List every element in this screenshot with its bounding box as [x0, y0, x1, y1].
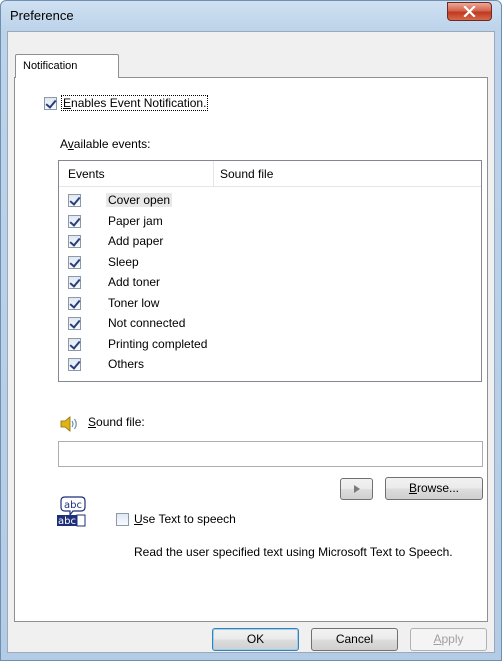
- event-checkbox[interactable]: [68, 194, 81, 207]
- event-checkbox[interactable]: [68, 214, 81, 228]
- play-sound-button[interactable]: [340, 478, 373, 500]
- events-list[interactable]: Events Sound file Cover open Paper jam Add…: [58, 160, 482, 382]
- event-checkbox[interactable]: [68, 337, 81, 351]
- event-name: Sleep: [108, 254, 139, 269]
- event-name: Add toner: [108, 275, 161, 289]
- event-row[interactable]: Add toner: [59, 272, 481, 292]
- event-row[interactable]: Others: [59, 354, 481, 374]
- enable-notification-label[interactable]: Enables Event Notification.: [60, 95, 209, 111]
- browse-button-text: rowse...: [417, 481, 460, 495]
- column-header-sound-file[interactable]: Sound file: [220, 167, 273, 181]
- event-row[interactable]: Paper jam: [59, 211, 481, 231]
- event-checkbox[interactable]: [68, 276, 81, 289]
- available-events-text: ailable events:: [73, 137, 151, 151]
- event-row[interactable]: Printing completed: [59, 334, 481, 354]
- sound-file-input[interactable]: [58, 441, 483, 467]
- tts-icon-text-top: abc: [64, 500, 82, 511]
- event-name: Printing completed: [108, 336, 208, 351]
- column-separator[interactable]: [213, 161, 214, 186]
- event-name: Cover open: [106, 193, 173, 207]
- use-tts-checkbox[interactable]: [116, 513, 129, 526]
- tab-notification-label: Notification: [23, 60, 78, 72]
- column-header-events[interactable]: Events: [68, 167, 105, 181]
- sound-file-label-text: ound file:: [96, 415, 145, 429]
- use-tts-label[interactable]: Use Text to speech: [134, 512, 236, 526]
- event-name: Not connected: [108, 316, 186, 330]
- ok-button[interactable]: OK: [212, 628, 299, 651]
- event-row[interactable]: Sleep: [59, 252, 481, 272]
- event-name: Add paper: [108, 234, 164, 248]
- event-name: Paper jam: [108, 213, 163, 228]
- event-checkbox[interactable]: [68, 317, 81, 330]
- text-to-speech-icon: abc abc: [55, 495, 103, 530]
- event-name: Others: [108, 357, 145, 371]
- event-row[interactable]: Toner low: [59, 293, 481, 313]
- event-checkbox[interactable]: [68, 296, 81, 310]
- window-title: Preference: [10, 8, 74, 23]
- use-tts-label-text: se Text to speech: [142, 512, 236, 526]
- event-name: Toner low: [108, 295, 160, 310]
- tts-description: Read the user specified text using Micro…: [134, 545, 453, 559]
- event-checkbox[interactable]: [68, 235, 81, 248]
- tab-notification[interactable]: Notification: [15, 54, 119, 78]
- speaker-icon: [60, 416, 80, 435]
- apply-button-text: pply: [441, 632, 464, 646]
- browse-button[interactable]: Browse...: [385, 477, 483, 500]
- close-icon: [463, 6, 476, 17]
- event-checkbox[interactable]: [68, 255, 81, 269]
- event-row[interactable]: Add paper: [59, 231, 481, 251]
- events-list-header: Events Sound file: [59, 161, 481, 187]
- close-button[interactable]: [447, 2, 492, 21]
- available-events-label: Available events:: [60, 137, 151, 151]
- title-bar[interactable]: Preference: [1, 1, 501, 31]
- sound-file-label: Sound file:: [88, 415, 145, 429]
- event-checkbox[interactable]: [68, 358, 81, 371]
- enable-notification-checkbox[interactable]: [44, 97, 57, 110]
- enable-notification-text: nables Event Notification.: [71, 96, 207, 110]
- event-row[interactable]: Cover open: [59, 190, 481, 210]
- tts-icon-text-bottom: abc: [58, 516, 76, 527]
- apply-button[interactable]: Apply: [410, 628, 487, 651]
- cancel-button[interactable]: Cancel: [311, 628, 398, 651]
- event-row[interactable]: Not connected: [59, 313, 481, 333]
